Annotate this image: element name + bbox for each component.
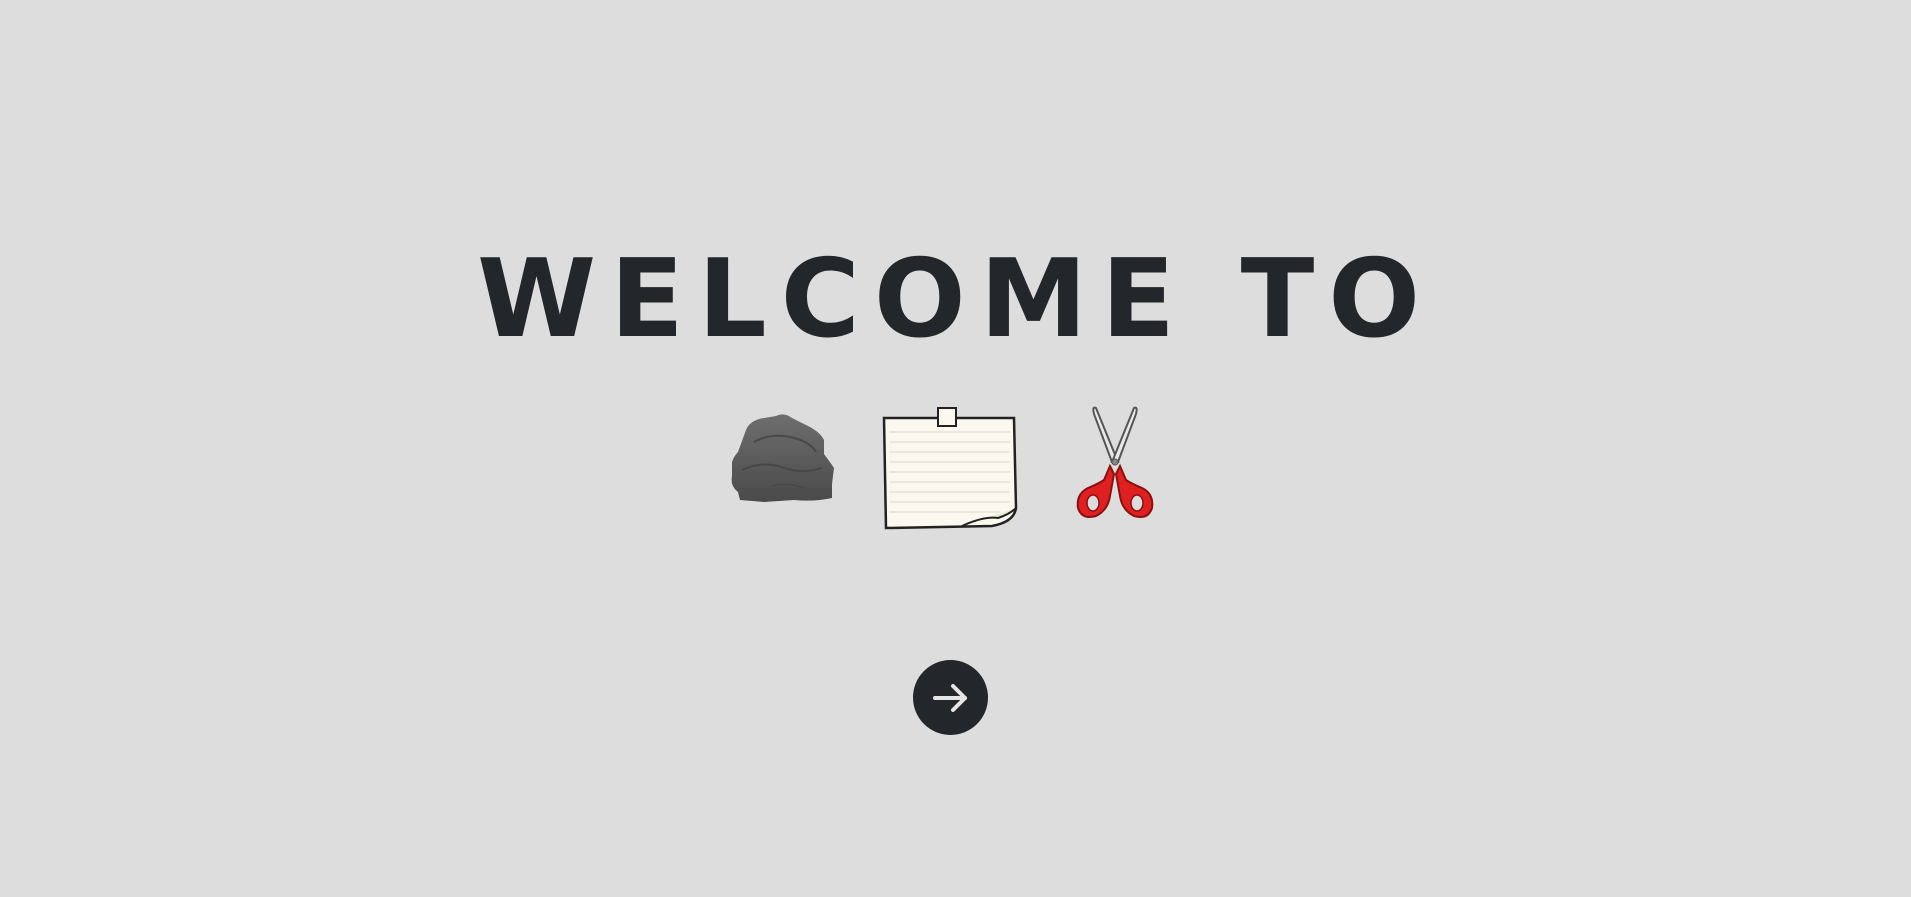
arrow-right-icon <box>929 676 973 720</box>
welcome-screen: WELCOME TO <box>0 0 1911 897</box>
game-icons <box>0 404 1911 534</box>
next-button[interactable] <box>913 660 988 735</box>
paper-icon <box>880 404 1020 532</box>
rock-icon <box>724 412 844 520</box>
scissors-icon <box>1068 404 1164 520</box>
welcome-title: WELCOME TO <box>476 237 1435 362</box>
